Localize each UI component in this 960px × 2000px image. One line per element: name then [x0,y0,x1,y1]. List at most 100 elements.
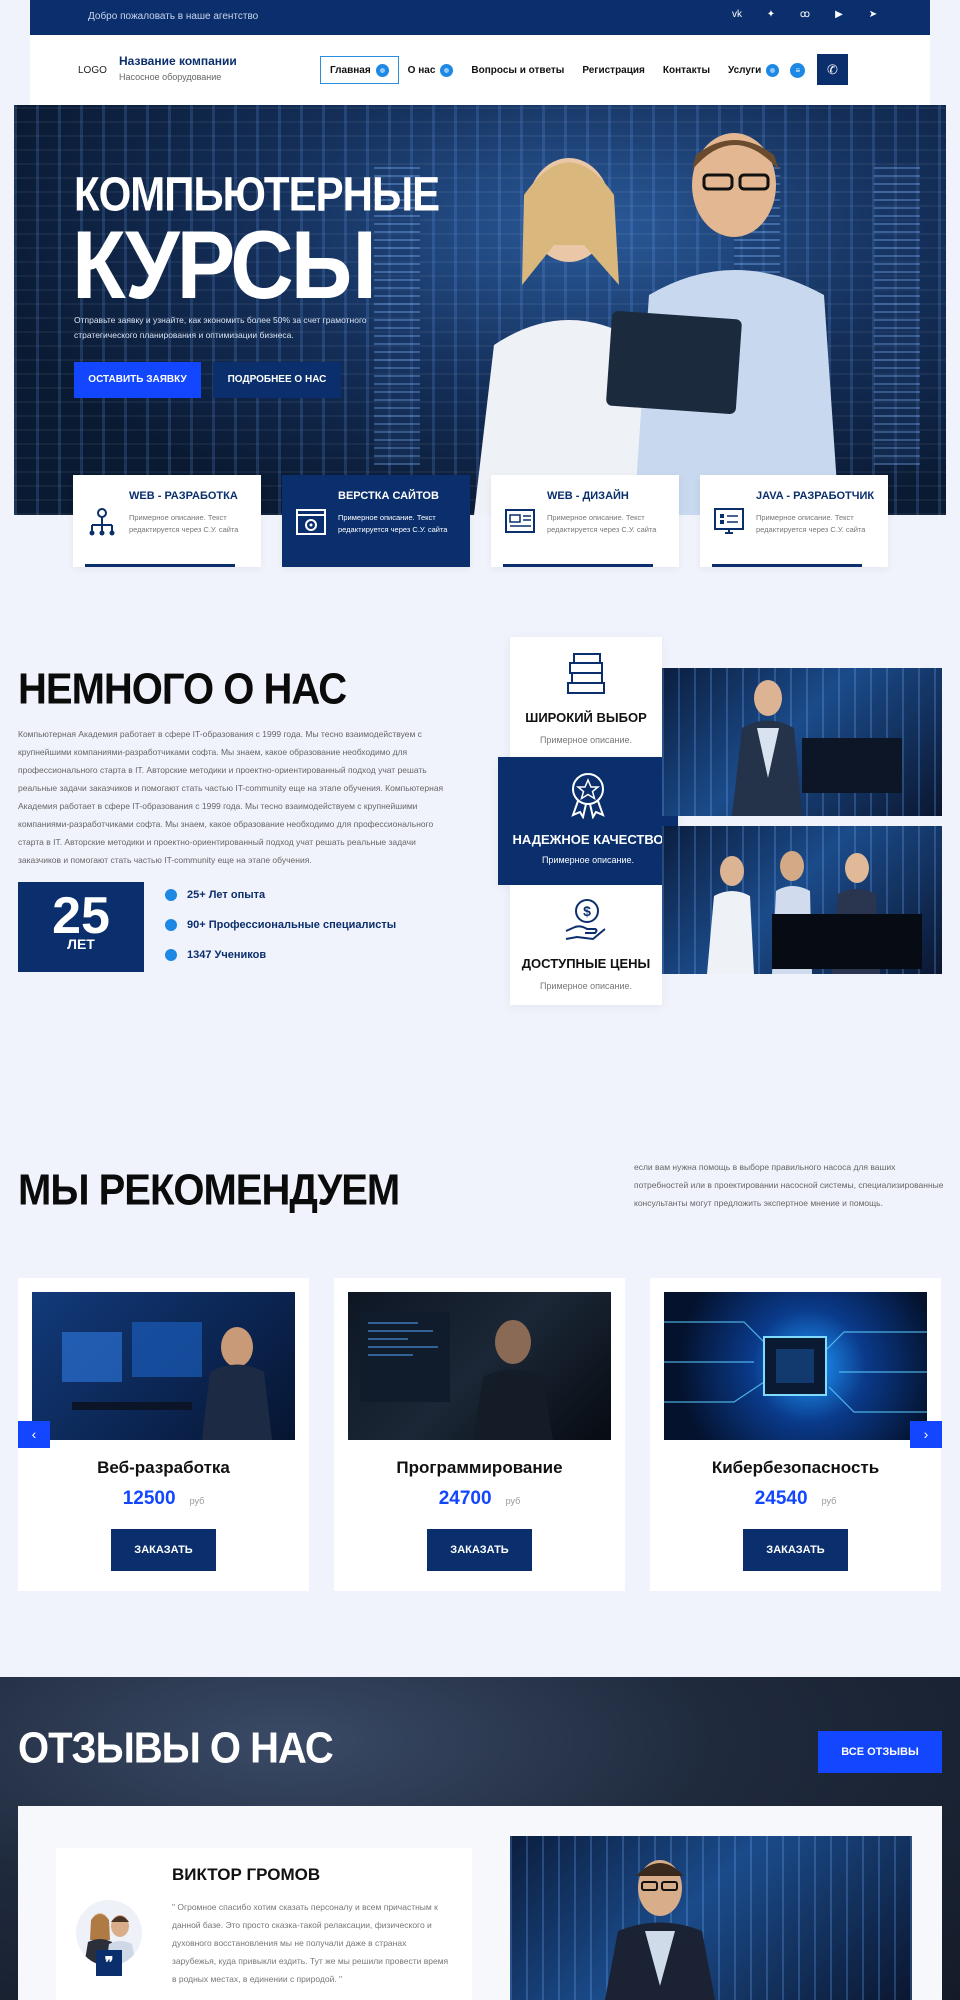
service-desc: Примерное описание. Текст редактируется … [756,513,866,534]
order-button[interactable]: ЗАКАЗАТЬ [743,1529,848,1571]
service-desc: Примерное описание. Текст редактируется … [547,513,657,534]
all-reviews-button[interactable]: ВСЕ ОТЗЫВЫ [818,1731,942,1773]
card-underline [85,564,235,567]
dropdown-dot-icon [766,63,780,77]
years-label: ЛЕТ [67,936,95,952]
award-ribbon-icon [571,773,605,820]
feature-card: $ ДОСТУПНЫЕ ЦЕНЫ Примерное описание. [510,885,662,1005]
stat-text: 90+ Профессиональные специалисты [187,919,397,931]
carousel-prev-icon[interactable]: ‹ [18,1421,50,1448]
price-value: 24700 [438,1488,492,1509]
nav-label: Главная [330,64,371,76]
course-name: Веб-разработка [97,1458,230,1477]
social-links: vk ✦ ꝏ ▶ ➤ [730,9,880,20]
nav-label: Вопросы и ответы [471,64,565,76]
feature-title: ШИРОКИЙ ВЫБОР [525,710,647,725]
company-subtitle: Насосное оборудование [119,72,222,82]
site-header: LOGO Название компании Насосное оборудов… [30,35,930,105]
stat-item: 25+ Лет опыта [165,889,265,901]
vk-icon[interactable]: vk [730,9,744,20]
nav-item-contacts[interactable]: Контакты [654,56,719,84]
twitter-icon[interactable]: ✦ [764,9,778,20]
course-card[interactable]: Кибербезопасность 24540 руб ЗАКАЗАТЬ [650,1278,941,1591]
phone-button[interactable]: ✆ [817,54,848,85]
price-currency: руб [821,1496,837,1506]
menu-icon[interactable]: ≡ [790,62,806,78]
review-text: " Огромное спасибо хотим сказать персона… [172,1902,449,1984]
reviewer-photo [510,1836,912,2000]
course-price: 24540 руб [650,1488,941,1510]
bullet-icon [165,889,177,901]
carousel-next-icon[interactable]: › [910,1421,942,1448]
company-name: Название компании [119,54,237,68]
telegram-icon[interactable]: ➤ [866,9,880,20]
hero-section: КОМПЬЮТЕРНЫЕ КУРСЫ Отправьте заявку и уз… [14,105,946,515]
nav-item-faq[interactable]: Вопросы и ответы [462,56,573,84]
service-title: WEB - ДИЗАЙН [547,490,629,502]
hero-subtitle: Отправьте заявку и узнайте, как экономит… [74,315,367,340]
feature-desc: Примерное описание. [539,735,633,745]
course-price: 24700 руб [334,1488,625,1510]
feature-desc: Примерное описание. [541,855,635,865]
network-icon [89,508,115,536]
card-underline [712,564,862,567]
stat-item: 90+ Профессиональные специалисты [165,919,396,931]
feature-desc: Примерное описание. [539,981,633,991]
books-icon [567,653,605,694]
feature-title: НАДЕЖНОЕ КАЧЕСТВО [512,832,664,847]
service-desc: Примерное описание. Текст редактируется … [338,513,448,534]
youtube-icon[interactable]: ▶ [832,9,846,20]
nav-item-services[interactable]: Услуги [719,56,788,84]
course-name: Кибербезопасность [711,1458,880,1477]
leave-request-button[interactable]: ОСТАВИТЬ ЗАЯВКУ [74,362,201,398]
course-image-cybersecurity [664,1292,927,1440]
browser-gear-icon [296,509,326,535]
feature-card: НАДЕЖНОЕ КАЧЕСТВО Примерное описание. [498,757,678,885]
monitor-checklist-icon [714,508,744,534]
feature-title: ДОСТУПНЫЕ ЦЕНЫ [521,956,651,971]
order-button[interactable]: ЗАКАЗАТЬ [111,1529,216,1571]
about-title: НЕМНОГО О НАС [18,665,347,714]
price-currency: руб [189,1496,205,1506]
more-about-button[interactable]: ПОДРОБНЕЕ О НАС [213,362,341,398]
service-card[interactable]: WEB - РАЗРАБОТКА Примерное описание. Тек… [73,475,261,567]
dropdown-dot-icon [375,63,389,77]
price-value: 12500 [122,1488,176,1509]
recommend-title: МЫ РЕКОМЕНДУЕМ [18,1166,400,1215]
reviewer-name: ВИКТОР ГРОМОВ [172,1865,321,1884]
hero-people-image [474,133,839,515]
order-button[interactable]: ЗАКАЗАТЬ [427,1529,532,1571]
nav-label: О нас [407,64,436,76]
price-currency: руб [505,1496,521,1506]
bullet-icon [165,919,177,931]
service-card[interactable]: WEB - ДИЗАЙН Примерное описание. Текст р… [491,475,679,567]
years-badge: 25 ЛЕТ [18,882,144,972]
nav-label: Услуги [728,64,762,76]
stat-item: 1347 Учеников [165,949,266,961]
service-card[interactable]: ВЕРСТКА САЙТОВ Примерное описание. Текст… [282,475,470,567]
logo[interactable]: LOGO [78,65,107,76]
course-card[interactable]: Веб-разработка 12500 руб ЗАКАЗАТЬ [18,1278,309,1591]
stat-text: 1347 Учеников [187,949,267,961]
nav-item-about[interactable]: О нас [399,56,463,84]
price-hand-icon: $ [565,899,606,941]
dropdown-dot-icon [440,63,454,77]
reviews-title: ОТЗЫВЫ О НАС [18,1724,334,1773]
service-title: ВЕРСТКА САЙТОВ [338,490,439,502]
welcome-text: Добро пожаловать в наше агентство [88,11,259,22]
svg-text:$: $ [583,903,591,919]
quote-icon: ❞ [96,1950,122,1976]
card-underline [503,564,653,567]
about-text: Компьютерная Академия работает в сфере I… [18,729,444,865]
bullet-icon [165,949,177,961]
team-photo [662,826,942,974]
nav-label: Регистрация [582,64,645,76]
office-photo [662,668,942,816]
top-bar: Добро пожаловать в наше агентство vk ✦ ꝏ… [30,0,930,35]
web-design-icon [505,509,535,533]
nav-item-home[interactable]: Главная [320,56,399,84]
course-card[interactable]: Программирование 24700 руб ЗАКАЗАТЬ [334,1278,625,1591]
nav-item-register[interactable]: Регистрация [573,56,654,84]
odnoklassniki-icon[interactable]: ꝏ [798,9,812,20]
service-card[interactable]: JAVA - РАЗРАБОТЧИК Примерное описание. Т… [700,475,888,567]
